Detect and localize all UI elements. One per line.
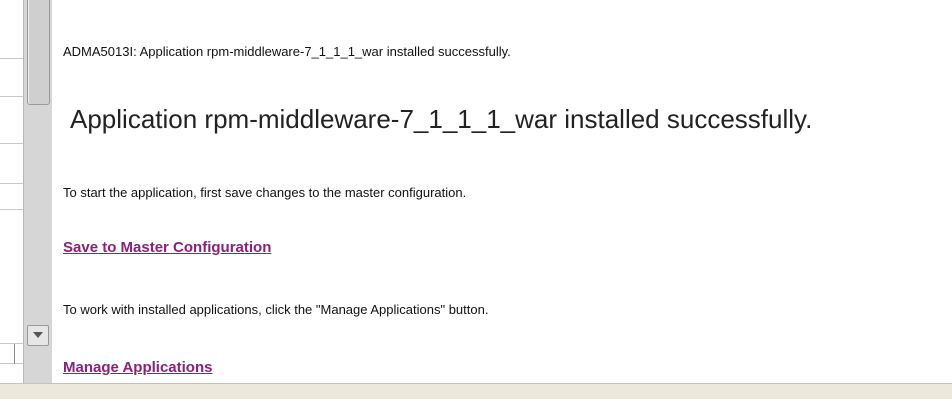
manage-instruction: To work with installed applications, cli… <box>63 302 489 317</box>
panel-divider <box>0 143 23 144</box>
left-panel <box>0 0 23 383</box>
manage-applications-link[interactable]: Manage Applications <box>63 359 212 376</box>
panel-divider <box>0 183 23 184</box>
status-bar <box>0 383 952 399</box>
scroll-down-button[interactable] <box>27 325 49 346</box>
panel-divider <box>14 344 15 364</box>
triangle-down-icon <box>33 332 43 338</box>
panel-divider <box>0 96 23 97</box>
page-title: Application rpm-middleware-7_1_1_1_war i… <box>70 104 813 134</box>
vertical-scrollbar[interactable] <box>23 0 52 383</box>
scrollbar-thumb[interactable] <box>27 0 50 105</box>
panel-divider <box>0 363 23 364</box>
panel-divider <box>0 209 23 210</box>
panel-divider <box>0 58 23 59</box>
status-message: ADMA5013I: Application rpm-middleware-7_… <box>63 44 511 59</box>
panel-divider <box>0 343 23 344</box>
save-instruction: To start the application, first save cha… <box>63 185 467 200</box>
save-to-master-configuration-link[interactable]: Save to Master Configuration <box>63 239 271 256</box>
